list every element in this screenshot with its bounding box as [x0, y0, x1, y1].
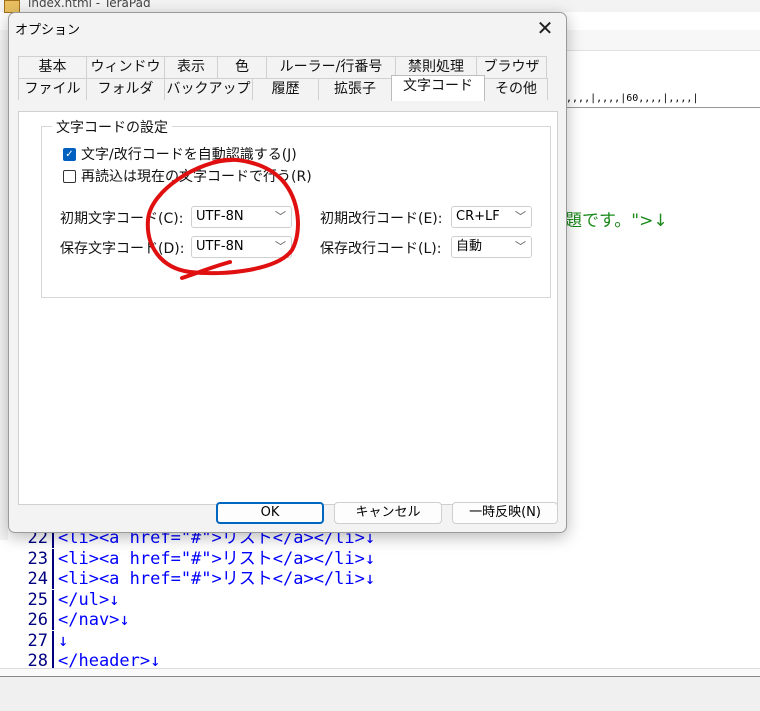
editor-text-fragment: 題です。">↓	[565, 211, 668, 231]
tab-file[interactable]: ファイル	[18, 78, 87, 100]
line-number: 26	[27, 610, 48, 630]
tab-extension[interactable]: 拡張子	[318, 78, 392, 100]
editor-status-bar	[0, 676, 760, 711]
code-line[interactable]: 24 <li><a href="#">リスト</a></li>↓	[20, 569, 760, 590]
tab-display[interactable]: 表示	[164, 56, 218, 78]
save-charcode-label: 保存文字コード(D):	[60, 241, 185, 257]
code-text: </ul>↓	[58, 589, 120, 610]
code-text: </nav>↓	[58, 610, 130, 630]
initial-charcode-value: UTF-8N	[196, 209, 244, 224]
initial-charcode-label: 初期文字コード(C):	[60, 211, 184, 227]
chevron-down-icon: ﹀	[275, 240, 286, 253]
editor-code-area[interactable]: 22 <li><a href="#">リスト</a></li>↓ 23 <li><a …	[20, 528, 760, 672]
dialog-title: オプション	[15, 23, 81, 38]
tab-charcode[interactable]: 文字コード	[391, 75, 485, 101]
background-window-title: index.html - TeraPad	[28, 0, 151, 10]
code-line[interactable]: 26 </nav>↓	[20, 610, 760, 631]
chevron-down-icon: ﹀	[275, 210, 286, 223]
options-dialog: オプション ✕ 基本 ウィンドウ 表示 色 ルーラー/行番号 禁則処理 ブラウザ…	[8, 12, 567, 533]
initial-linebreak-value: CR+LF	[456, 209, 500, 224]
initial-linebreak-label: 初期改行コード(E):	[320, 211, 443, 227]
line-number: 27	[27, 630, 48, 651]
auto-detect-label: 文字/改行コードを自動認識する(J)	[81, 147, 297, 163]
tab-browser[interactable]: ブラウザ	[476, 56, 547, 78]
tab-row-2: ファイル フォルダ バックアップ 履歴 拡張子 文字コード その他	[18, 75, 548, 101]
chevron-down-icon: ﹀	[515, 210, 526, 223]
line-number: 23	[27, 548, 48, 569]
apply-button[interactable]: 一時反映(N)	[452, 502, 558, 524]
save-charcode-dropdown[interactable]: UTF-8N ﹀	[191, 236, 292, 258]
code-line[interactable]: 25 </ul>↓	[20, 589, 760, 611]
line-number-separator	[52, 569, 54, 589]
charcode-settings-group: 文字コードの設定 ✓ 文字/改行コードを自動認識する(J) 再読込は現在の文字コ…	[41, 117, 551, 298]
background-title-bar: index.html - TeraPad	[0, 0, 760, 13]
tab-folder[interactable]: フォルダ	[86, 78, 165, 100]
code-line[interactable]: 27 ↓	[20, 630, 760, 652]
auto-detect-checkbox[interactable]: ✓	[63, 147, 76, 161]
chevron-down-icon: ﹀	[515, 240, 526, 253]
cancel-button[interactable]: キャンセル	[334, 502, 442, 524]
background-left-edge	[0, 40, 8, 540]
line-number-separator	[52, 610, 54, 630]
tab-color[interactable]: 色	[217, 56, 267, 78]
close-icon[interactable]: ✕	[532, 17, 558, 41]
code-text: <li><a href="#">リスト</a></li>↓	[58, 548, 376, 569]
save-linebreak-label: 保存改行コード(L):	[320, 241, 442, 257]
tab-basic[interactable]: 基本	[18, 56, 87, 78]
auto-detect-checkbox-row[interactable]: ✓ 文字/改行コードを自動認識する(J)	[63, 144, 297, 164]
tab-history[interactable]: 履歴	[252, 78, 319, 100]
tab-window[interactable]: ウィンドウ	[86, 56, 165, 78]
reload-checkbox[interactable]	[63, 169, 76, 183]
initial-linebreak-dropdown[interactable]: CR+LF ﹀	[451, 206, 532, 228]
line-number-separator	[52, 630, 54, 651]
save-charcode-value: UTF-8N	[196, 239, 244, 254]
ok-button[interactable]: OK	[216, 502, 324, 524]
line-number: 25	[27, 589, 48, 610]
tab-backup[interactable]: バックアップ	[164, 78, 253, 100]
tab-other[interactable]: その他	[484, 78, 548, 100]
editor-ruler: 0,,,,|,,,,|60,,,,|,,,,|	[560, 93, 760, 108]
code-text: <li><a href="#">リスト</a></li>↓	[58, 569, 376, 589]
line-number: 24	[27, 569, 48, 589]
save-linebreak-dropdown[interactable]: 自動 ﹀	[451, 236, 532, 258]
save-linebreak-value: 自動	[456, 239, 483, 254]
initial-charcode-dropdown[interactable]: UTF-8N ﹀	[191, 206, 292, 228]
code-text: ↓	[58, 630, 69, 651]
group-label: 文字コードの設定	[52, 117, 172, 137]
line-number-separator	[52, 589, 54, 610]
charcode-settings-panel: 文字コードの設定 ✓ 文字/改行コードを自動認識する(J) 再読込は現在の文字コ…	[18, 111, 558, 505]
code-line[interactable]: 23 <li><a href="#">リスト</a></li>↓	[20, 548, 760, 570]
line-number-separator	[52, 548, 54, 569]
reload-checkbox-row[interactable]: 再読込は現在の文字コードで行う(R)	[63, 166, 312, 186]
tab-ruler-line-number[interactable]: ルーラー/行番号	[266, 56, 396, 78]
reload-label: 再読込は現在の文字コードで行う(R)	[81, 169, 312, 185]
